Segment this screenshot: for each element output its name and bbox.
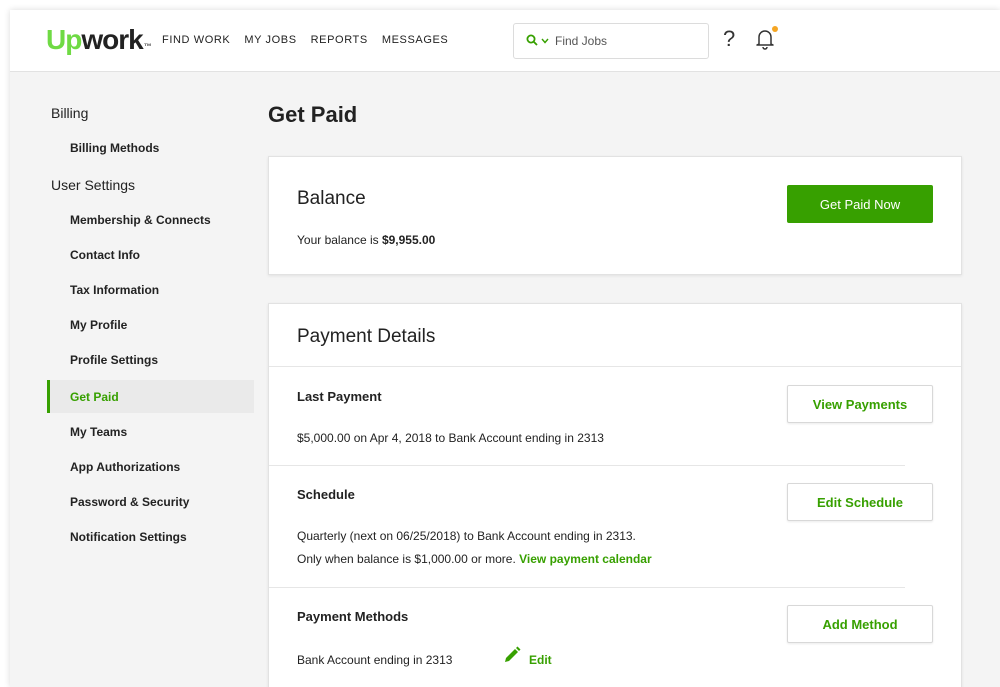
- search-input[interactable]: [555, 34, 675, 48]
- balance-text: Your balance is $9,955.00: [297, 233, 436, 247]
- pencil-icon[interactable]: [502, 645, 522, 670]
- edit-schedule-button[interactable]: Edit Schedule: [787, 483, 933, 521]
- view-payments-button[interactable]: View Payments: [787, 385, 933, 423]
- last-payment-title: Last Payment: [297, 389, 382, 404]
- payment-details-card: Payment Details Last Payment $5,000.00 o…: [268, 303, 962, 687]
- divider: [269, 465, 905, 466]
- view-payment-calendar-link[interactable]: View payment calendar: [519, 552, 652, 566]
- sidebar-section-user-settings: User Settings: [51, 177, 136, 193]
- page-title: Get Paid: [268, 102, 358, 127]
- add-method-button[interactable]: Add Method: [787, 605, 933, 643]
- sidebar-item-my-teams[interactable]: My Teams: [47, 415, 254, 448]
- notification-dot: [772, 26, 778, 32]
- sidebar-item-membership[interactable]: Membership & Connects: [47, 203, 254, 236]
- bell-icon[interactable]: [755, 26, 778, 52]
- sidebar-item-profile-settings[interactable]: Profile Settings: [47, 343, 254, 376]
- chevron-down-icon[interactable]: [541, 36, 549, 46]
- top-header: Up work ™ FIND WORK MY JOBS REPORTS MESSAG…: [10, 10, 1000, 72]
- balance-card: Balance Your balance is $9,955.00 Get Pa…: [268, 156, 962, 275]
- nav-find-work[interactable]: FIND WORK: [162, 34, 230, 46]
- sidebar-section-billing: Billing: [51, 105, 89, 121]
- schedule-title: Schedule: [297, 487, 355, 502]
- sidebar-item-password-security[interactable]: Password & Security: [47, 485, 254, 518]
- help-icon[interactable]: ?: [723, 26, 735, 52]
- payment-methods-title: Payment Methods: [297, 609, 409, 624]
- upwork-logo[interactable]: Up work ™: [46, 24, 152, 56]
- schedule-line-1: Quarterly (next on 06/25/2018) to Bank A…: [297, 529, 636, 543]
- nav-my-jobs[interactable]: MY JOBS: [244, 34, 296, 46]
- sidebar-item-notification-settings[interactable]: Notification Settings: [47, 520, 254, 553]
- nav-messages[interactable]: MESSAGES: [382, 34, 449, 46]
- get-paid-now-button[interactable]: Get Paid Now: [787, 185, 933, 223]
- sidebar-item-tax-information[interactable]: Tax Information: [47, 273, 254, 306]
- balance-title: Balance: [297, 188, 366, 209]
- sidebar-item-billing-methods[interactable]: Billing Methods: [47, 131, 254, 164]
- edit-payment-method-link[interactable]: Edit: [529, 653, 552, 667]
- payment-method-account: Bank Account ending in 2313: [297, 653, 453, 667]
- sidebar-item-get-paid[interactable]: Get Paid: [47, 380, 254, 413]
- sidebar-item-app-authorizations[interactable]: App Authorizations: [47, 450, 254, 483]
- sidebar-item-my-profile[interactable]: My Profile: [47, 308, 254, 341]
- payment-details-header: Payment Details: [269, 304, 961, 367]
- divider: [269, 587, 905, 588]
- search-icon[interactable]: [526, 34, 538, 49]
- app-window: Up work ™ FIND WORK MY JOBS REPORTS MESSAG…: [10, 10, 1000, 687]
- balance-amount: $9,955.00: [381, 233, 436, 247]
- payment-details-title: Payment Details: [297, 326, 436, 347]
- sidebar-item-contact-info[interactable]: Contact Info: [47, 238, 254, 271]
- main-nav: FIND WORK MY JOBS REPORTS MESSAGES: [162, 34, 448, 46]
- nav-reports[interactable]: REPORTS: [311, 34, 368, 46]
- search-box: [513, 23, 709, 59]
- schedule-line-2: Only when balance is $1,000.00 or more. …: [297, 552, 652, 566]
- last-payment-text: $5,000.00 on Apr 4, 2018 to Bank Account…: [297, 431, 604, 445]
